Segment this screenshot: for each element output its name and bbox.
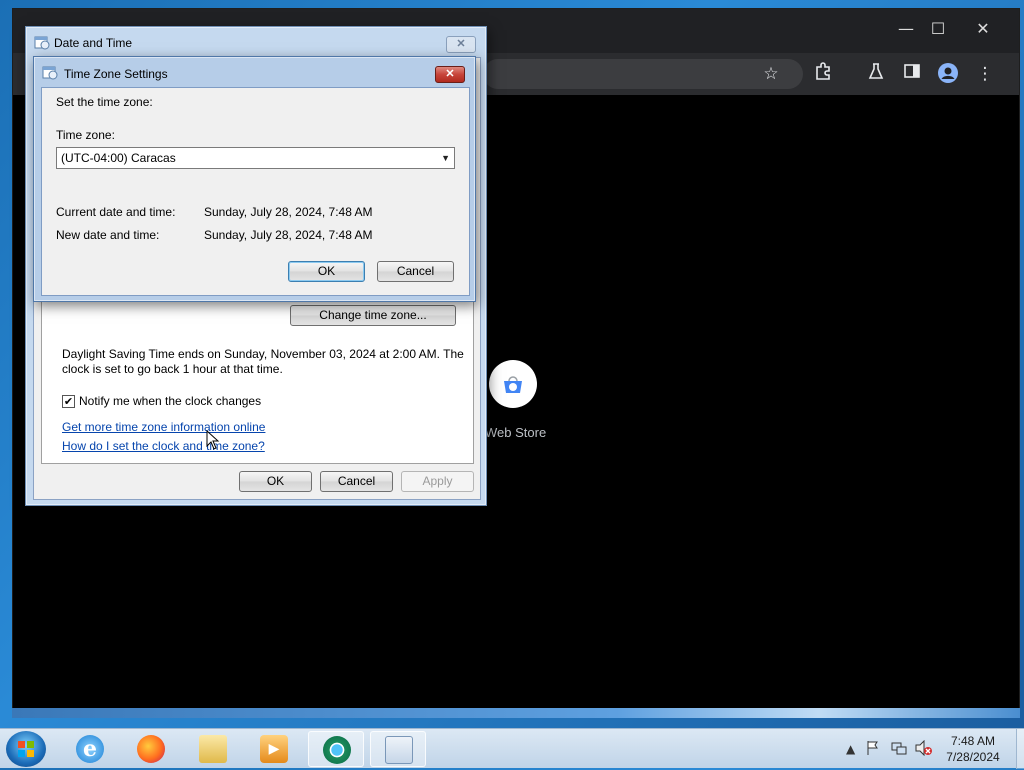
desktop-stripe	[12, 708, 1020, 718]
network-icon[interactable]	[891, 740, 907, 759]
date-time-cancel-button[interactable]: Cancel	[320, 471, 393, 492]
current-date-label: Current date and time:	[56, 205, 176, 219]
tz-titlebar[interactable]: Time Zone Settings ✕	[34, 57, 475, 87]
calendar-clock-icon	[42, 64, 58, 83]
minimize-button[interactable]: —	[894, 19, 918, 38]
change-time-zone-button[interactable]: Change time zone...	[290, 305, 456, 326]
address-bar[interactable]	[483, 59, 803, 89]
time-zone-label: Time zone:	[56, 128, 115, 142]
firefox-icon[interactable]	[123, 731, 179, 767]
profile-avatar-icon[interactable]	[936, 62, 960, 86]
calendar-clock-icon	[34, 34, 50, 53]
how-to-set-link[interactable]: How do I set the clock and time zone?	[62, 439, 265, 453]
more-info-link[interactable]: Get more time zone information online	[62, 420, 265, 434]
show-desktop-button[interactable]	[1016, 729, 1024, 769]
tz-ok-button[interactable]: OK	[288, 261, 365, 282]
side-panel-icon[interactable]	[900, 62, 924, 86]
tray-overflow-chevron[interactable]: ▲	[846, 742, 855, 756]
start-button[interactable]	[6, 731, 46, 767]
date-time-app-icon[interactable]	[370, 731, 426, 767]
new-date-value: Sunday, July 28, 2024, 7:48 AM	[204, 228, 373, 242]
extensions-icon[interactable]	[811, 62, 835, 86]
webstore-label: Web Store	[485, 425, 547, 440]
taskbar: e ▶ ▲ 7:48 AM 7/28/2024	[0, 728, 1024, 769]
time-zone-dropdown[interactable]: (UTC-04:00) Caracas ▼	[56, 147, 455, 169]
tz-close-button[interactable]: ✕	[435, 66, 465, 83]
current-date-value: Sunday, July 28, 2024, 7:48 AM	[204, 205, 373, 219]
dst-info-line2: clock is set to go back 1 hour at that t…	[62, 362, 283, 376]
bookmark-star-icon[interactable]: ☆	[759, 62, 783, 86]
date-time-ok-button[interactable]: OK	[239, 471, 312, 492]
media-player-icon[interactable]: ▶	[246, 731, 302, 767]
file-explorer-icon[interactable]	[185, 731, 241, 767]
dst-info-line1: Daylight Saving Time ends on Sunday, Nov…	[62, 347, 464, 361]
webstore-shortcut[interactable]	[489, 360, 537, 408]
notify-checkbox[interactable]: ✔	[62, 395, 75, 408]
notify-checkbox-label[interactable]: Notify me when the clock changes	[79, 394, 261, 408]
time-zone-settings-dialog: Time Zone Settings ✕ Set the time zone: …	[33, 56, 476, 302]
internet-explorer-icon[interactable]: e	[62, 731, 118, 767]
date-time-apply-button[interactable]: Apply	[401, 471, 474, 492]
mouse-cursor-icon	[206, 430, 220, 450]
chrome-menu-icon[interactable]: ⋮	[973, 62, 997, 86]
time-zone-value: (UTC-04:00) Caracas	[61, 151, 176, 165]
maximize-button[interactable]: ☐	[926, 19, 950, 38]
tz-title: Time Zone Settings	[64, 67, 168, 81]
action-center-flag-icon[interactable]	[866, 740, 880, 759]
tz-cancel-button[interactable]: Cancel	[377, 261, 454, 282]
windows-logo-icon	[18, 741, 34, 757]
date-time-title: Date and Time	[54, 36, 133, 50]
chevron-down-icon: ▼	[441, 153, 450, 163]
date-time-titlebar[interactable]: Date and Time ✕	[26, 27, 486, 57]
webstore-icon	[504, 376, 522, 393]
system-clock[interactable]: 7:48 AM 7/28/2024	[930, 733, 1016, 765]
clock-time: 7:48 AM	[950, 734, 996, 748]
close-button[interactable]: ✕	[971, 19, 995, 38]
date-time-close-button[interactable]: ✕	[446, 36, 476, 53]
labs-flask-icon[interactable]	[864, 62, 888, 86]
clock-date: 7/28/2024	[946, 750, 1000, 764]
set-time-zone-label: Set the time zone:	[56, 95, 153, 109]
new-date-label: New date and time:	[56, 228, 160, 242]
tz-body: Set the time zone: Time zone: (UTC-04:00…	[41, 87, 470, 296]
chrome-icon[interactable]	[308, 731, 364, 767]
